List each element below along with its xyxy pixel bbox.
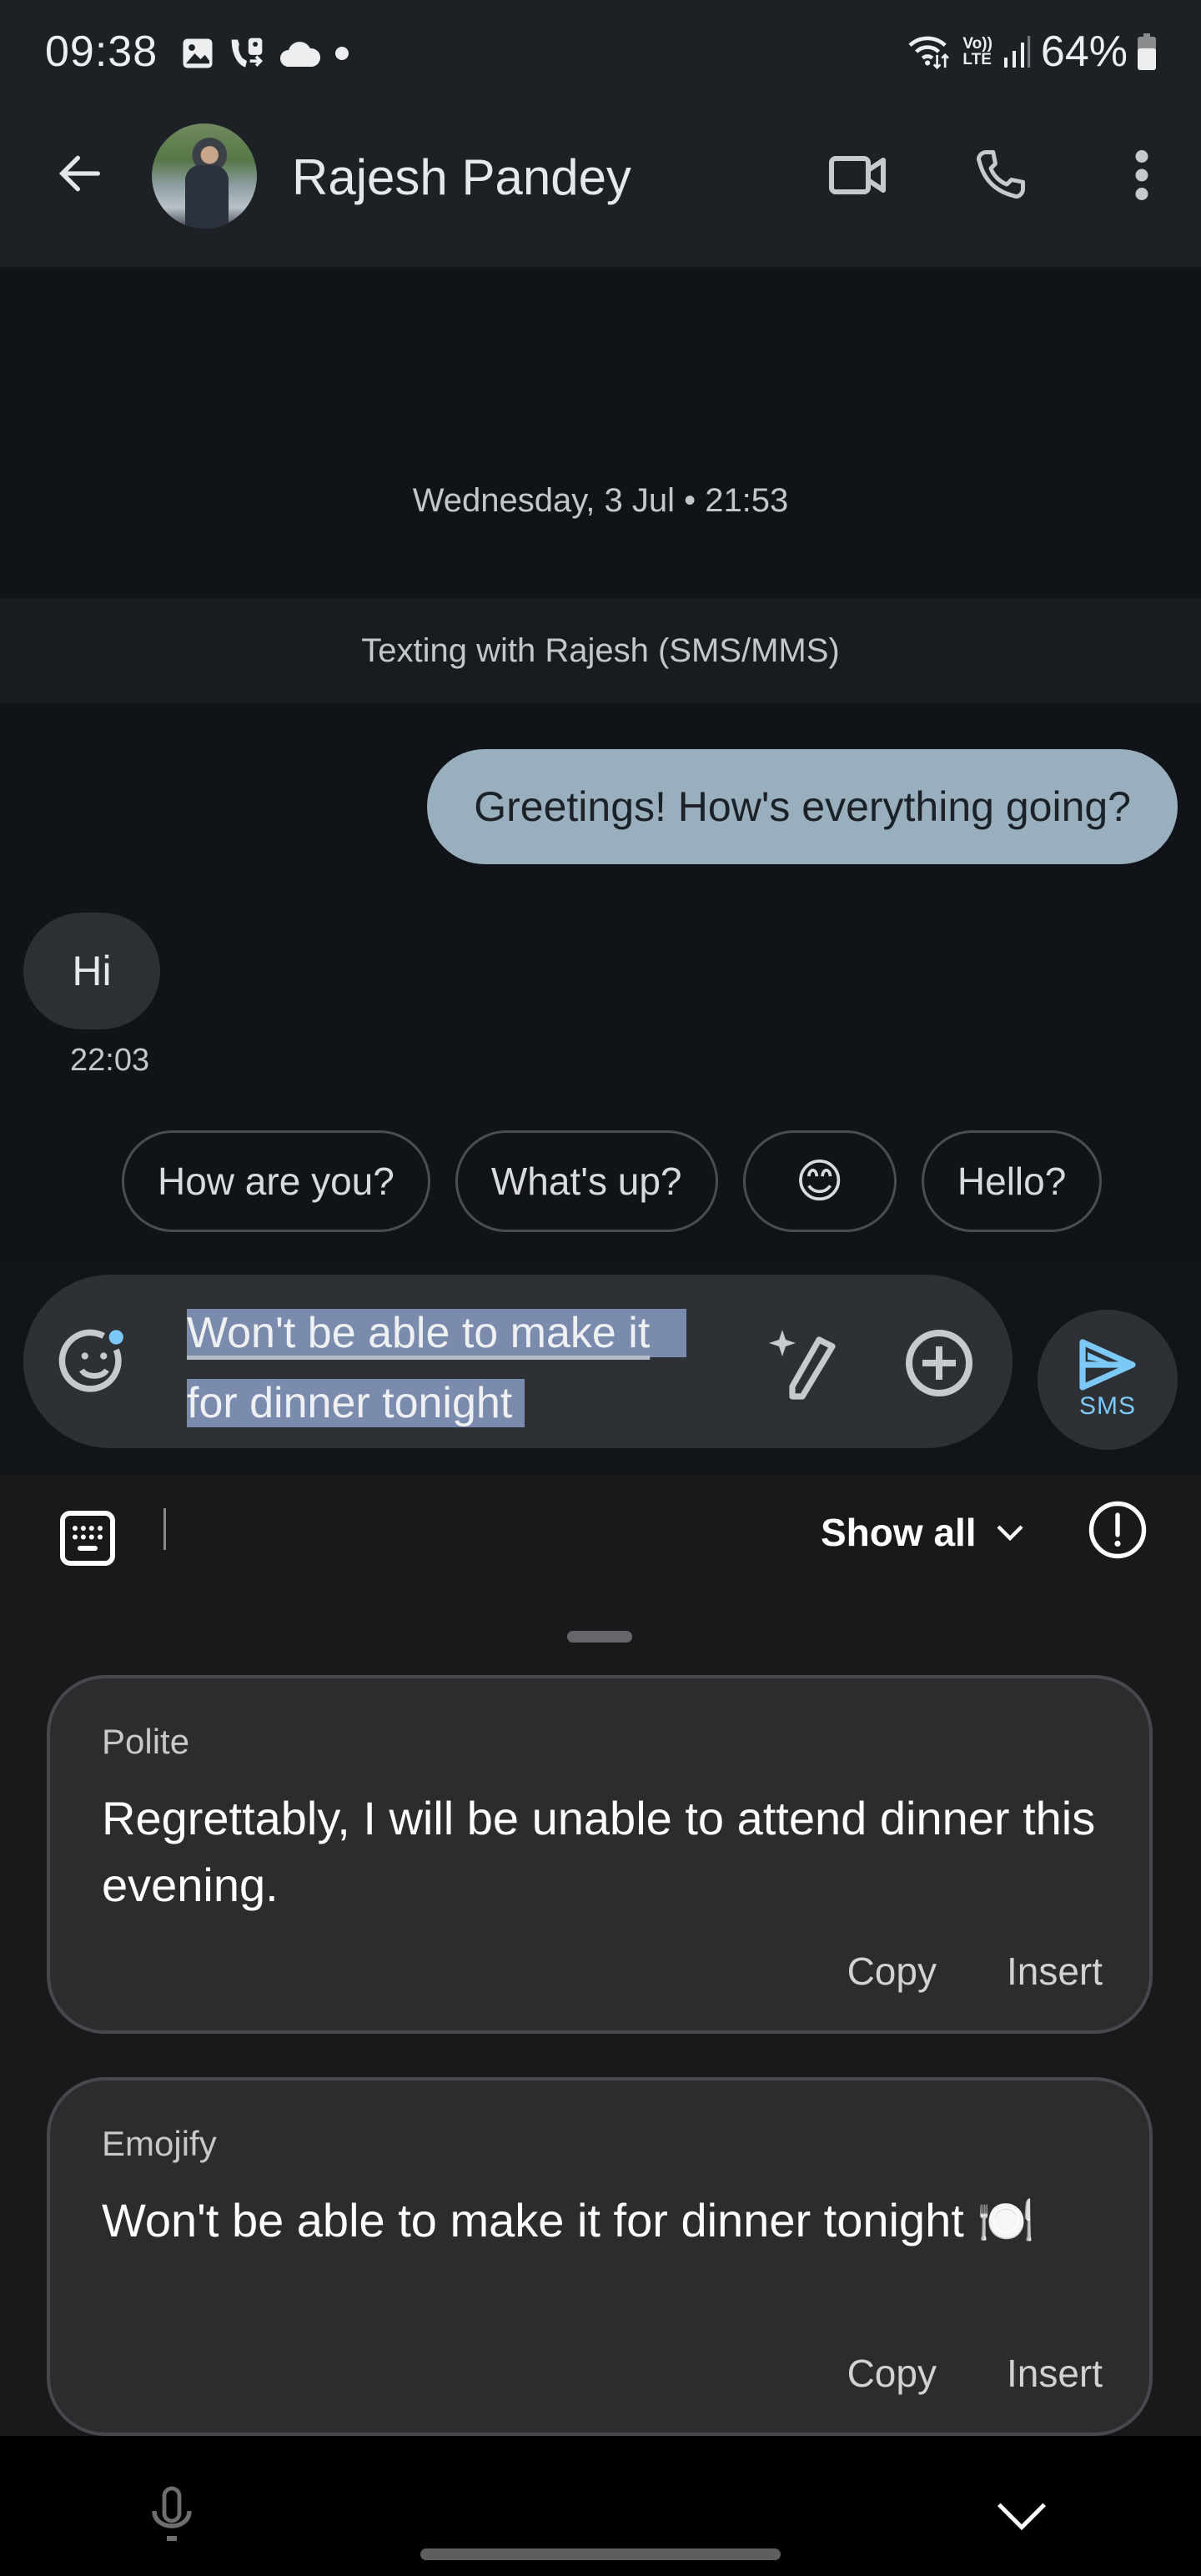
smart-reply-emoji-chip[interactable]: 😊 — [742, 1130, 897, 1232]
message-input[interactable]: Won't be able to make it for dinner toni… — [187, 1298, 771, 1438]
volte-label-top: Vo)) — [962, 35, 992, 53]
status-time: 09:38 — [45, 28, 158, 76]
send-mode-label: SMS — [1078, 1392, 1136, 1420]
report-info-icon[interactable] — [1088, 1500, 1148, 1560]
draft-line-2: for dinner tonight — [187, 1379, 513, 1427]
battery-icon — [1138, 33, 1156, 70]
video-call-button[interactable] — [821, 138, 896, 213]
back-arrow-icon[interactable] — [53, 147, 107, 200]
volte-icon: Vo)) LTE — [962, 36, 992, 68]
voice-call-button[interactable] — [962, 138, 1038, 213]
keyboard-panel: Show all Polite Regrettably, I will be u… — [0, 1475, 1201, 2436]
copy-button[interactable]: Copy — [847, 1949, 937, 1994]
copy-button[interactable]: Copy — [847, 2351, 937, 2396]
smart-reply-chip[interactable]: Hello? — [921, 1130, 1103, 1232]
show-all-label: Show all — [821, 1511, 977, 1554]
keyboard-toolbar: Show all — [0, 1475, 1201, 1600]
outgoing-message[interactable]: Greetings! How's everything going? — [427, 749, 1178, 864]
status-bar: 09:38 Vo)) LTE 64% — [0, 0, 1201, 108]
message-composer: Won't be able to make it for dinner toni… — [23, 1275, 1013, 1448]
draft-line-1: Won't be able to make it — [187, 1309, 651, 1357]
contact-avatar[interactable] — [152, 123, 257, 229]
more-vert-icon — [1135, 150, 1148, 200]
suggestion-text: Regrettably, I will be unable to attend … — [102, 1792, 1096, 1911]
date-separator: Wednesday, 3 Jul • 21:53 — [412, 482, 789, 519]
suggestion-style-label: Emojify — [102, 2124, 217, 2163]
hide-keyboard-chevron-icon[interactable] — [992, 2499, 1051, 2533]
insert-button[interactable]: Insert — [1007, 2351, 1103, 2396]
signal-icon — [1003, 36, 1031, 68]
more-options-button[interactable] — [1104, 138, 1179, 213]
magic-compose-icon[interactable] — [762, 1323, 842, 1403]
incoming-message[interactable]: Hi — [23, 913, 160, 1029]
home-gesture-bar[interactable] — [420, 2548, 781, 2560]
cloud-icon — [280, 42, 321, 67]
show-all-dropdown[interactable]: Show all — [821, 1510, 1025, 1555]
suggestion-style-label: Polite — [102, 1722, 190, 1761]
emoji-picker-icon[interactable] — [57, 1325, 132, 1400]
insert-button[interactable]: Insert — [1007, 1949, 1103, 1994]
message-thread[interactable]: Wednesday, 3 Jul • 21:53 Texting with Ra… — [0, 269, 1201, 1261]
gallery-icon — [183, 38, 213, 68]
send-sms-button[interactable]: SMS — [1038, 1310, 1178, 1450]
drag-handle[interactable] — [567, 1631, 632, 1643]
send-icon — [1079, 1339, 1136, 1391]
smart-reply-chip[interactable]: What's up? — [455, 1130, 718, 1232]
navigation-bar — [0, 2436, 1201, 2576]
contact-name[interactable]: Rajesh Pandey — [292, 148, 631, 206]
toolbar-divider — [163, 1508, 166, 1550]
battery-percent: 64% — [1040, 28, 1128, 76]
wifi-icon — [908, 36, 950, 70]
chevron-down-icon — [997, 1525, 1023, 1542]
conversation-header: Rajesh Pandey — [0, 108, 1201, 269]
suggestion-text: Won't be able to make it for dinner toni… — [102, 2194, 1036, 2246]
volte-label-bottom: LTE — [962, 51, 992, 68]
call-forward-icon — [231, 38, 264, 68]
smart-reply-chip[interactable]: How are you? — [122, 1130, 430, 1232]
suggestion-card-polite[interactable]: Polite Regrettably, I will be unable to … — [47, 1675, 1153, 2034]
video-camera-icon — [829, 156, 886, 194]
keyboard-icon[interactable] — [55, 1505, 120, 1572]
phone-icon — [977, 150, 1025, 199]
dot-icon — [335, 47, 349, 60]
sms-info-banner: Texting with Rajesh (SMS/MMS) — [0, 598, 1201, 703]
microphone-icon[interactable] — [145, 2486, 198, 2546]
smart-replies: How are you? What's up? 😊 Hello? — [122, 1130, 1103, 1232]
message-timestamp: 22:03 — [70, 1043, 150, 1078]
add-attachment-icon[interactable] — [899, 1323, 979, 1403]
suggestion-card-emojify[interactable]: Emojify Won't be able to make it for din… — [47, 2077, 1153, 2436]
